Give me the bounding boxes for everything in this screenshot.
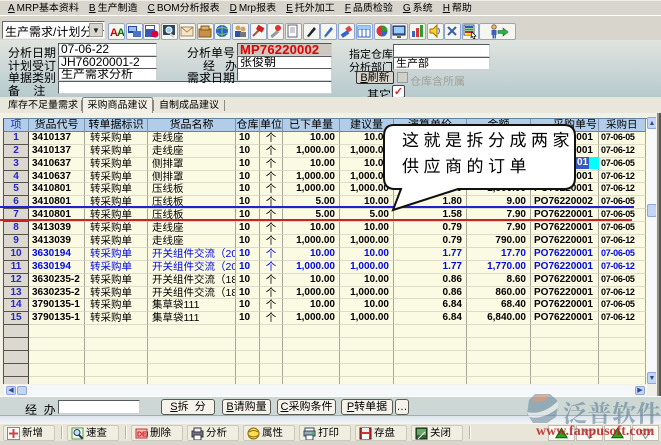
svg-text:A: A bbox=[117, 27, 124, 39]
svg-text:DEL: DEL bbox=[137, 431, 148, 438]
